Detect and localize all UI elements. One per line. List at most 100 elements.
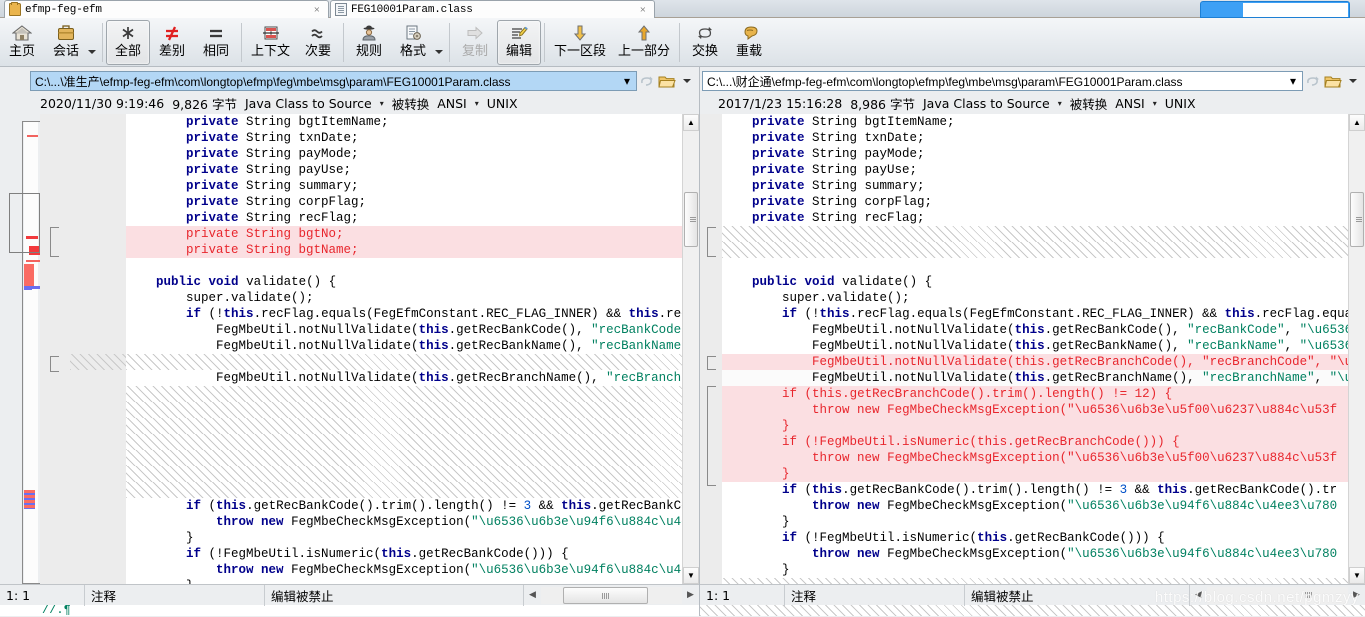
code-line: FegMbeUtil.notNullValidate(this.getRecBa… [722,323,1348,337]
left-vertical-scrollbar[interactable]: ▲ ▼ [682,114,699,584]
close-icon[interactable]: × [636,4,650,16]
reload-button[interactable]: 重载 [727,20,771,65]
chevron-down-icon[interactable]: ▾ [1153,99,1157,108]
code-line: super.validate(); [722,291,910,305]
next-section-button[interactable]: 下一区段 [548,20,612,65]
separator [679,23,681,62]
left-converter[interactable]: Java Class to Source [245,96,372,111]
tab-feg10001param-class[interactable]: FEG10001Param.class × [330,0,655,18]
code-line: if (!this.recFlag.equals(FegEfmConstant.… [782,307,1348,321]
left-code-text[interactable]: private String bgtItemName; private Stri… [126,114,682,584]
prev-part-button[interactable]: 上一部分 [612,20,676,65]
code-line: private String corpFlag; [186,195,367,209]
chevron-down-icon[interactable]: ▾ [620,74,634,88]
left-syntax-context: 注释 [85,584,265,606]
left-path-input[interactable]: C:\...\准生产\efmp-feg-efm\com\longtop\efmp… [30,71,637,91]
format-button[interactable]: 格式 [391,20,435,65]
code-line [126,402,682,418]
right-path-input[interactable]: C:\...\财企通\efmp-feg-efm\com\longtop\efmp… [702,71,1303,91]
scroll-thumb[interactable] [684,192,698,247]
left-path-row: C:\...\准生产\efmp-feg-efm\com\longtop\efmp… [0,67,699,92]
chevron-down-icon[interactable]: ▾ [1286,74,1300,88]
separator [544,23,546,62]
tab-efmp-feg-efm[interactable]: efmp-feg-efm × [4,0,329,18]
format-dropdown[interactable] [435,19,446,66]
code-line: super.validate(); [126,291,314,305]
copy-button: 复制 [453,20,497,65]
tab-strip: efmp-feg-efm × FEG10001Param.class × [0,0,1365,18]
code-line: if (this.getRecBankCode().trim().length(… [782,483,1338,497]
scroll-up-arrow[interactable]: ▲ [1349,114,1365,131]
edit-label: 编辑 [506,44,533,59]
minimap-viewport[interactable] [9,193,40,253]
edit-button[interactable]: 编辑 [497,20,542,65]
code-line: private String recFlag; [752,211,925,225]
code-line: public void validate() { [752,275,933,289]
code-line: if (this.getRecBranchCode().trim().lengt… [722,386,1348,402]
scroll-left-arrow[interactable]: ◀ [524,590,541,600]
code-line: FegMbeUtil.notNullValidate(this.getRecBa… [126,339,682,353]
left-browse-dropdown[interactable] [677,71,697,91]
right-vertical-scrollbar[interactable]: ▲ ▼ [1348,114,1365,584]
chevron-down-icon[interactable]: ▾ [380,99,384,108]
prev-part-label: 上一部分 [618,44,671,59]
left-readonly-state: 编辑被禁止 [265,584,524,606]
right-browse-folder-icon[interactable] [1323,71,1343,91]
filter-same-button[interactable]: 相同 [194,20,238,65]
scroll-down-arrow[interactable]: ▼ [1349,567,1365,584]
change-bracket [707,227,716,257]
code-line: private String payUse; [752,163,918,177]
code-line: FegMbeUtil.notNullValidate(this.getRecBa… [722,339,1348,353]
right-code-wrap: private String bgtItemName; private Stri… [700,114,1365,598]
code-line: private String payMode; [752,147,925,161]
session-button[interactable]: 会话 [44,20,88,65]
code-line: if (!this.recFlag.equals(FegEfmConstant.… [186,307,682,321]
context-button[interactable]: 上下文 [245,20,296,65]
rules-button[interactable]: 规则 [347,20,391,65]
chevron-down-icon[interactable]: ▾ [475,99,479,108]
code-line: private String txnDate; [186,131,359,145]
right-converter[interactable]: Java Class to Source [923,96,1050,111]
chevron-down-icon [435,50,444,54]
left-refresh-icon[interactable] [637,71,657,91]
left-browse-folder-icon[interactable] [657,71,677,91]
chevron-down-icon[interactable]: ▾ [1058,99,1062,108]
scroll-down-arrow[interactable]: ▼ [683,567,699,584]
swap-button[interactable]: 交换 [683,20,727,65]
right-code-text[interactable]: private String bgtItemName; private Stri… [722,114,1348,584]
left-overview-minimap[interactable] [0,114,40,584]
code-line: if (this.getRecBankCode().trim().length(… [186,499,682,513]
code-line: FegMbeUtil.notNullValidate(this.getRecBr… [126,371,682,385]
close-icon[interactable]: × [310,4,324,16]
arrow-right-icon [465,22,485,44]
background-window-tab[interactable] [1200,1,1350,18]
scroll-thumb[interactable] [563,586,648,604]
session-dropdown[interactable] [88,19,99,66]
home-label: 主页 [8,44,35,59]
right-browse-dropdown[interactable] [1343,71,1363,91]
chevron-down-icon [683,79,691,83]
code-line: private String bgtItemName; [186,115,389,129]
filter-same-label: 相同 [202,44,229,59]
left-encoding[interactable]: ANSI [437,96,467,111]
right-encoding[interactable]: ANSI [1115,96,1145,111]
code-line [126,450,682,466]
scroll-up-arrow[interactable]: ▲ [683,114,699,131]
scroll-track[interactable] [541,586,682,604]
filter-all-button[interactable]: 全部 [106,20,150,65]
left-horizontal-scrollbar[interactable]: ◀ ▶ [524,585,699,605]
minimap-marker [27,135,38,137]
ribbon-toolbar: 主页 会话 全部 差别 相同 上下文 次要 规则 格式 复制 编辑 下一区段 上… [0,18,1365,67]
filter-differences-button[interactable]: 差别 [150,20,194,65]
scroll-right-arrow[interactable]: ▶ [682,590,699,600]
left-change-gutter [40,114,126,584]
filter-differences-label: 差别 [158,44,185,59]
home-icon [12,22,32,44]
right-refresh-icon[interactable] [1303,71,1323,91]
code-line: private String txnDate; [752,131,925,145]
reload-label: 重载 [736,44,763,59]
home-button[interactable]: 主页 [0,20,44,65]
minor-button[interactable]: 次要 [296,20,340,65]
scroll-thumb[interactable] [1350,192,1364,247]
